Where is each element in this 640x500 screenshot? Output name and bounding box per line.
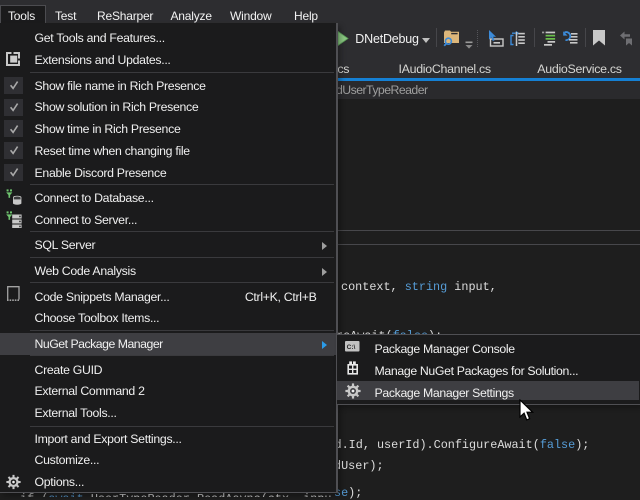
svg-text:C:\: C:\ — [347, 344, 356, 351]
